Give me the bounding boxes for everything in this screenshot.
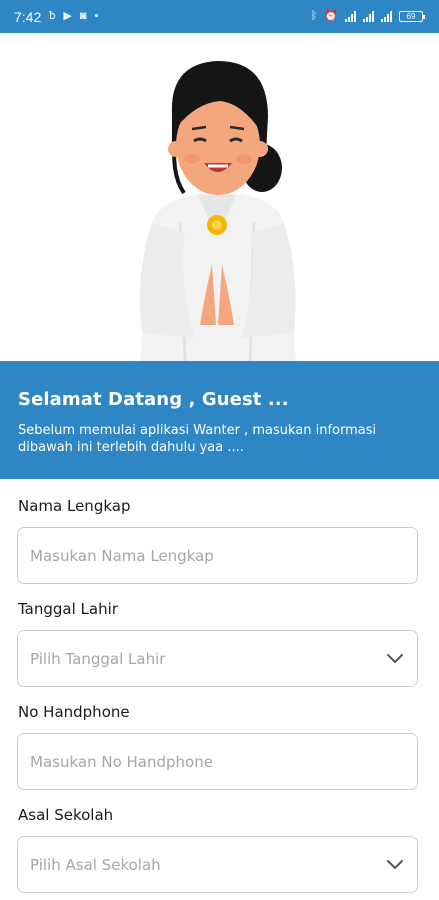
dot-icon: • (94, 10, 99, 22)
status-bar: 7:42 ᵬ ▶ ◙ • ᛒ ⏰ 69 (0, 0, 439, 33)
woman-greeting-illustration (139, 61, 296, 361)
status-right: ᛒ ⏰ 69 (311, 11, 427, 22)
full-name-input[interactable] (30, 546, 405, 565)
birth-date-select[interactable]: Pilih Tanggal Lahir (17, 630, 418, 687)
birth-date-label: Tanggal Lahir (18, 600, 118, 618)
full-name-label: Nama Lengkap (18, 497, 131, 515)
signal-4g-icon (381, 11, 392, 22)
signal-icon (363, 11, 374, 22)
chevron-down-icon (385, 649, 405, 669)
phone-input[interactable] (30, 752, 405, 771)
welcome-message: Sebelum memulai aplikasi Wanter , masuka… (18, 423, 377, 455)
play-icon: ▶ (63, 10, 72, 22)
phone-field[interactable] (17, 733, 418, 790)
welcome-title: Selamat Datang , Guest ... (18, 389, 289, 410)
hero-illustration (0, 33, 439, 361)
chevron-down-icon (385, 855, 405, 875)
status-left: 7:42 ᵬ ▶ ◙ • (14, 9, 98, 25)
welcome-banner: Selamat Datang , Guest ... Sebelum memul… (0, 361, 439, 479)
status-time: 7:42 (14, 8, 42, 25)
full-name-field[interactable] (17, 527, 418, 584)
wifi-call-icon (345, 11, 356, 22)
school-label: Asal Sekolah (18, 806, 114, 824)
birth-date-placeholder: Pilih Tanggal Lahir (30, 649, 166, 668)
phone-label: No Handphone (18, 703, 130, 721)
school-select[interactable]: Pilih Asal Sekolah (17, 836, 418, 893)
notification-b-icon: ᵬ (49, 10, 56, 22)
school-placeholder: Pilih Asal Sekolah (30, 855, 161, 874)
bluetooth-icon: ᛒ (310, 10, 318, 22)
game-icon: ◙ (79, 10, 87, 22)
battery-icon: 69 (399, 11, 425, 22)
alarm-icon: ⏰ (324, 10, 338, 22)
